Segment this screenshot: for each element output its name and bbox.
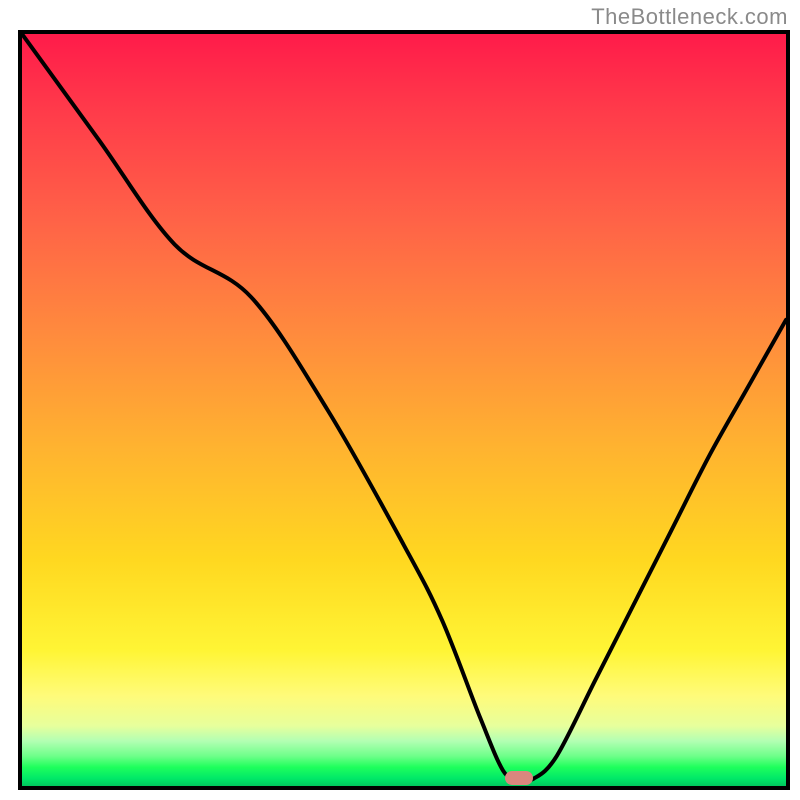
chart-container: { "watermark": "TheBottleneck.com", "cha… <box>0 0 800 800</box>
optimal-point-marker <box>505 771 533 785</box>
plot-area <box>18 30 790 790</box>
bottleneck-curve <box>22 34 786 786</box>
watermark-text: TheBottleneck.com <box>591 4 788 30</box>
